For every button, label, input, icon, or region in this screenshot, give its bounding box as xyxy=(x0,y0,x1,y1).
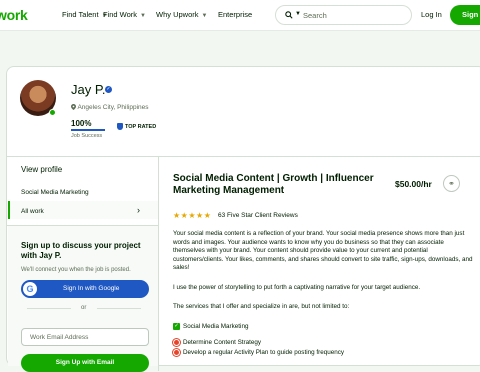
location-pin-icon xyxy=(71,104,76,110)
or-text: or xyxy=(81,305,87,311)
service-label: Social Media Marketing xyxy=(183,323,249,331)
sidebar-item-social-media-marketing[interactable]: Social Media Marketing xyxy=(21,189,89,196)
or-divider-right xyxy=(97,308,141,309)
cta-subtitle: We'll connect you when the job is posted… xyxy=(21,267,131,273)
top-rated-badge: TOP RATED xyxy=(117,123,156,130)
services-intro: The services that I offer and specialize… xyxy=(173,303,350,310)
nav-why-upwork-label: Why Upwork xyxy=(156,10,199,19)
sub-service-item: Develop a regular Activity Plan to guide… xyxy=(173,349,344,356)
job-success-bar xyxy=(71,129,105,131)
search-type-chevron-icon[interactable]: ▼ xyxy=(295,11,301,17)
upwork-logo[interactable]: work xyxy=(0,7,28,23)
sub-service-label: Develop a regular Activity Plan to guide… xyxy=(183,349,345,357)
star-icon: ★ xyxy=(196,211,204,220)
online-status-dot xyxy=(49,109,56,116)
verified-icon: ✓ xyxy=(105,86,112,93)
shield-icon xyxy=(117,123,123,130)
nav-find-work-label: Find Work xyxy=(103,10,138,19)
star-icon: ★ xyxy=(203,211,212,220)
signup-button[interactable]: Sign xyxy=(450,5,480,25)
copy-link-button[interactable]: ⚭ xyxy=(443,175,460,192)
google-icon: G xyxy=(23,282,37,296)
star-icon: ★ xyxy=(188,211,197,220)
target-icon xyxy=(173,349,180,356)
search-input[interactable] xyxy=(303,9,408,22)
login-link[interactable]: Log In xyxy=(421,10,442,19)
location: Angeles City, Philippines xyxy=(71,104,149,111)
sub-service-label: Determine Content Strategy xyxy=(183,339,262,347)
storytelling-paragraph: I use the power of storytelling to put f… xyxy=(173,284,421,291)
checkbox-icon: ✓ xyxy=(173,323,180,330)
nav-find-talent-label: Find Talent xyxy=(62,10,99,19)
job-success-bar-fill xyxy=(71,129,105,131)
hourly-rate: $50.00/hr xyxy=(395,179,432,189)
star-icon: ★ xyxy=(180,211,189,220)
header-divider xyxy=(7,156,480,157)
location-text: Angeles City, Philippines xyxy=(77,104,149,111)
target-icon xyxy=(173,339,180,346)
profile-card: Jay P. ✓ Angeles City, Philippines 100% … xyxy=(6,66,480,372)
nav-find-talent[interactable]: Find Talent ▼ xyxy=(62,10,108,19)
description-paragraph: Your social media content is a reflectio… xyxy=(173,230,473,272)
top-nav: work Find Talent ▼ Find Work ▼ Why Upwork ▼… xyxy=(0,0,480,31)
or-divider-left xyxy=(27,308,71,309)
link-icon: ⚭ xyxy=(448,179,455,188)
column-divider xyxy=(158,156,159,371)
search-icon xyxy=(285,11,293,19)
search-bar[interactable]: ▼ xyxy=(275,5,412,25)
nav-why-upwork[interactable]: Why Upwork ▼ xyxy=(156,10,207,19)
job-success-value: 100% xyxy=(71,119,92,128)
email-signup-button[interactable]: Sign Up with Email xyxy=(21,354,149,372)
email-field[interactable] xyxy=(21,328,149,346)
rating-stars: ★★★★★ xyxy=(173,211,211,220)
gig-title: Social Media Content | Growth | Influenc… xyxy=(173,173,374,196)
top-rated-label: TOP RATED xyxy=(125,123,157,130)
reviews-count: 63 Five Star Client Reviews xyxy=(218,212,298,219)
google-signin-label: Sign In with Google xyxy=(63,285,120,292)
sub-service-item: Determine Content Strategy xyxy=(173,339,261,346)
sidebar-item-all-work[interactable]: All work xyxy=(21,208,44,215)
chevron-down-icon: ▼ xyxy=(140,13,146,19)
cta-title: Sign up to discuss your project with Jay… xyxy=(21,241,141,260)
chevron-down-icon: ▼ xyxy=(201,13,208,19)
nav-find-work[interactable]: Find Work ▼ xyxy=(103,10,146,19)
service-item: ✓ Social Media Marketing xyxy=(173,323,248,330)
freelancer-name: Jay P. xyxy=(71,82,106,97)
google-signin-button[interactable]: G Sign In with Google xyxy=(21,280,149,298)
chevron-right-icon[interactable]: › xyxy=(137,205,140,215)
view-profile-heading: View profile xyxy=(21,165,63,174)
nav-enterprise[interactable]: Enterprise xyxy=(218,10,252,19)
star-icon: ★ xyxy=(173,211,181,220)
job-success-label: Job Success xyxy=(71,133,103,139)
